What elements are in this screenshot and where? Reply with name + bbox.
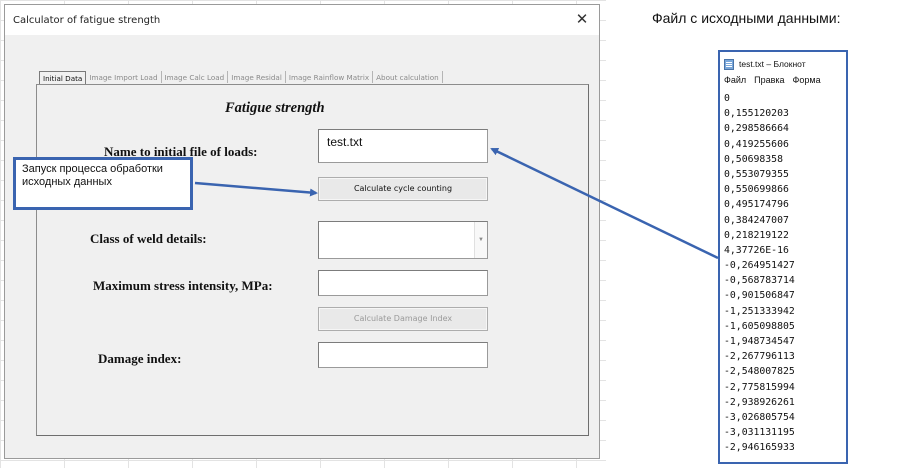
source-file-heading: Файл с исходными данными: xyxy=(652,10,841,26)
notepad-content[interactable]: 0 0,155120203 0,298586664 0,419255606 0,5069… xyxy=(724,91,795,456)
notepad-window: test.txt – Блокнот Файл Правка Форма 0 0,… xyxy=(718,50,848,464)
notepad-line: -2,946165933 xyxy=(724,442,795,454)
notepad-line: -2,267796113 xyxy=(724,351,795,363)
notepad-line: -3,031131195 xyxy=(724,427,795,439)
notepad-line: -2,548007825 xyxy=(724,366,795,378)
notepad-line: -1,251333942 xyxy=(724,305,795,317)
notepad-line: 0,50698358 xyxy=(724,153,783,165)
notepad-line: 0,419255606 xyxy=(724,138,789,150)
notepad-line: 0,384247007 xyxy=(724,214,789,226)
file-name-value: test.txt xyxy=(327,135,363,149)
calculate-cycle-counting-button[interactable]: Calculate cycle counting xyxy=(318,177,488,201)
max-stress-input[interactable] xyxy=(318,270,488,296)
annotation-callout: Запуск процесса обработки исходных данны… xyxy=(13,157,193,210)
tab-image-import-load[interactable]: Image Import Load xyxy=(86,71,162,83)
close-icon[interactable]: ✕ xyxy=(573,11,591,29)
calculate-damage-index-button[interactable]: Calculate Damage Index xyxy=(318,307,488,331)
notepad-line: 0,550699866 xyxy=(724,184,789,196)
chevron-down-icon[interactable]: ▼ xyxy=(474,222,487,258)
notepad-line: -0,901506847 xyxy=(724,290,795,302)
tab-initial-data[interactable]: Initial Data xyxy=(39,71,87,84)
notepad-title: test.txt – Блокнот xyxy=(739,59,806,69)
weld-class-select[interactable]: ▼ xyxy=(318,221,488,259)
notepad-line: 0,553079355 xyxy=(724,168,789,180)
tab-panel-initial-data xyxy=(36,84,589,436)
file-name-input[interactable]: test.txt xyxy=(318,129,488,163)
notepad-line: -1,948734547 xyxy=(724,336,795,347)
notepad-line: -0,568783714 xyxy=(724,275,795,287)
stress-label: Maximum stress intensity, MPa: xyxy=(93,278,273,293)
damage-index-label: Damage index: xyxy=(98,351,182,366)
form-heading: Fatigue strength xyxy=(225,100,325,116)
notepad-icon xyxy=(724,58,734,70)
notepad-line: 0,495174796 xyxy=(724,199,789,211)
notepad-line: 4,37726E-16 xyxy=(724,244,789,256)
tab-about-calculation[interactable]: About calculation xyxy=(373,71,443,83)
notepad-line: -2,775815994 xyxy=(724,381,795,393)
fatigue-calculator-dialog: Calculator of fatigue strength ✕ Initial… xyxy=(4,4,600,459)
tab-image-calc-load[interactable]: Image Calc Load xyxy=(162,71,229,83)
menu-item-edit[interactable]: Правка xyxy=(754,75,784,85)
notepad-line: -3,026805754 xyxy=(724,411,795,423)
callout-text: Запуск процесса обработки исходных данны… xyxy=(22,163,163,188)
notepad-menubar: Файл Правка Форма xyxy=(724,75,829,85)
tab-image-rainflow-matrix[interactable]: Image Rainflow Matrix xyxy=(286,71,374,83)
notepad-line: 0,155120203 xyxy=(724,108,789,120)
notepad-line: 0,298586664 xyxy=(724,123,789,135)
damage-index-output xyxy=(318,342,488,368)
menu-item-file[interactable]: Файл xyxy=(724,75,746,85)
notepad-line: -2,938926261 xyxy=(724,396,795,408)
notepad-line: 0,218219122 xyxy=(724,229,789,241)
menu-item-format[interactable]: Форма xyxy=(793,75,821,85)
tab-strip: Initial Data Image Import Load Image Cal… xyxy=(39,71,443,84)
notepad-titlebar: test.txt – Блокнот xyxy=(724,56,806,72)
dialog-titlebar: Calculator of fatigue strength ✕ xyxy=(5,5,599,35)
notepad-line: -0,264951427 xyxy=(724,260,795,272)
weld-class-label: Class of weld details: xyxy=(90,231,207,246)
tab-image-residal[interactable]: Image Residal xyxy=(228,71,286,83)
notepad-line: 0 xyxy=(724,93,730,104)
notepad-line: -1,605098805 xyxy=(724,320,795,332)
dialog-title: Calculator of fatigue strength xyxy=(13,15,161,26)
